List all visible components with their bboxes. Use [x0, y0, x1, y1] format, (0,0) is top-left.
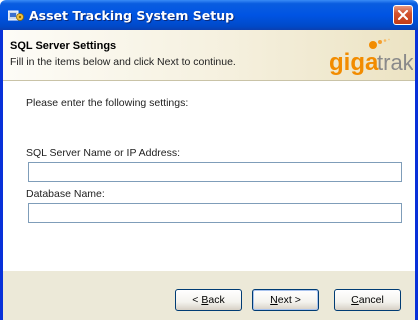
next-button[interactable]: Next > — [252, 289, 319, 311]
server-name-input[interactable] — [28, 162, 402, 182]
button-bar: < Back Next > Cancel — [3, 270, 415, 320]
setup-app-icon — [7, 8, 24, 22]
cancel-mnemonic: C — [351, 294, 359, 306]
database-name-input[interactable] — [28, 203, 402, 223]
back-label-rest: ack — [208, 294, 225, 306]
logo-giga-text: giga — [329, 49, 379, 76]
page-title: SQL Server Settings — [10, 40, 117, 52]
database-name-label: Database Name: — [26, 188, 105, 200]
server-name-label: SQL Server Name or IP Address: — [26, 147, 181, 159]
gigatrak-logo: giga trak — [329, 38, 413, 76]
cancel-button[interactable]: Cancel — [334, 289, 401, 311]
page-subtitle: Fill in the items below and click Next t… — [10, 56, 236, 68]
next-mnemonic: N — [270, 294, 278, 306]
window-title: Asset Tracking System Setup — [29, 8, 235, 23]
next-label-rest: ext > — [277, 294, 301, 306]
close-button[interactable] — [393, 5, 413, 25]
header-banner: SQL Server Settings Fill in the items be… — [3, 30, 415, 81]
title-bar[interactable]: Asset Tracking System Setup — [0, 0, 418, 30]
close-icon — [398, 10, 408, 20]
cancel-label-rest: ancel — [358, 294, 384, 306]
back-button[interactable]: < Back — [175, 289, 242, 311]
form-prompt: Please enter the following settings: — [26, 97, 189, 109]
settings-form: Please enter the following settings: SQL… — [3, 82, 415, 270]
setup-window: Asset Tracking System Setup SQL Server S… — [0, 0, 418, 320]
back-prefix: < — [192, 294, 202, 306]
logo-trak-text: trak — [377, 50, 413, 75]
dialog-client-area: SQL Server Settings Fill in the items be… — [3, 30, 415, 320]
